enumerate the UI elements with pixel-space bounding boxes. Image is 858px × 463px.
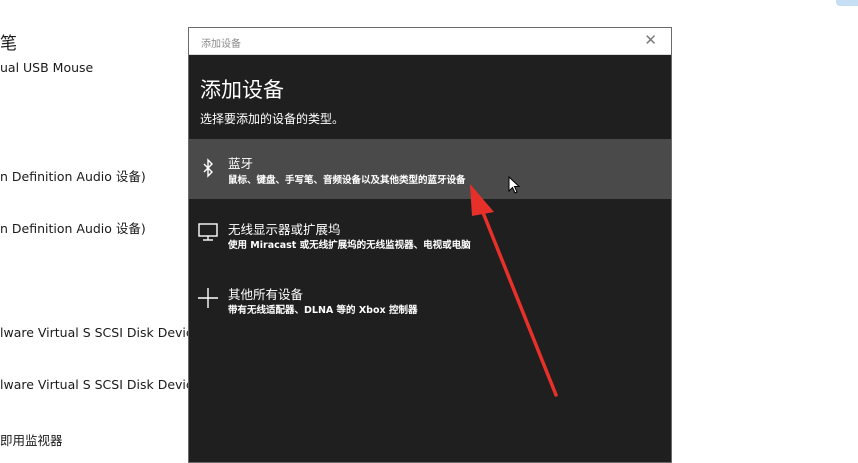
- title-bar: 添加设备 ✕: [189, 28, 671, 55]
- close-icon[interactable]: ✕: [644, 31, 657, 49]
- option-label: 蓝牙: [228, 156, 254, 171]
- list-item: n Definition Audio 设备): [0, 221, 146, 236]
- device-list-background: 笔 ual USB Mouse n Definition Audio 设备) n…: [0, 0, 200, 463]
- list-item: lware Virtual S SCSI Disk Device: [0, 377, 201, 392]
- list-item: 即用监视器: [0, 433, 63, 448]
- option-everything-else[interactable]: 其他所有设备 带有无线适配器、DLNA 等的 Xbox 控制器: [189, 273, 671, 333]
- window-corner: [836, 0, 858, 6]
- dialog-subheading: 选择要添加的设备的类型。: [200, 112, 345, 126]
- add-device-dialog: 添加设备 ✕ 添加设备 选择要添加的设备的类型。 蓝牙 鼠标、键盘、手写笔、音频…: [188, 27, 672, 463]
- mouse-cursor-icon: [508, 176, 521, 194]
- plus-icon: [197, 287, 219, 309]
- monitor-icon: [197, 220, 219, 242]
- option-wireless-display[interactable]: 无线显示器或扩展坞 使用 Miracast 或无线扩展坞的无线监视器、电视或电脑: [189, 206, 671, 266]
- list-item: n Definition Audio 设备): [0, 169, 146, 184]
- option-description: 鼠标、键盘、手写笔、音频设备以及其他类型的蓝牙设备: [228, 175, 466, 186]
- option-label: 无线显示器或扩展坞: [228, 222, 341, 237]
- option-description: 使用 Miracast 或无线扩展坞的无线监视器、电视或电脑: [228, 240, 471, 251]
- option-description: 带有无线适配器、DLNA 等的 Xbox 控制器: [228, 305, 418, 316]
- list-item: 笔: [0, 34, 17, 54]
- dialog-heading: 添加设备: [200, 78, 284, 102]
- list-item: ual USB Mouse: [0, 60, 94, 75]
- option-label: 其他所有设备: [228, 287, 304, 302]
- bluetooth-icon: [197, 157, 219, 179]
- list-item: lware Virtual S SCSI Disk Device: [0, 325, 201, 340]
- option-bluetooth[interactable]: 蓝牙 鼠标、键盘、手写笔、音频设备以及其他类型的蓝牙设备: [189, 139, 671, 199]
- window-title: 添加设备: [201, 39, 241, 50]
